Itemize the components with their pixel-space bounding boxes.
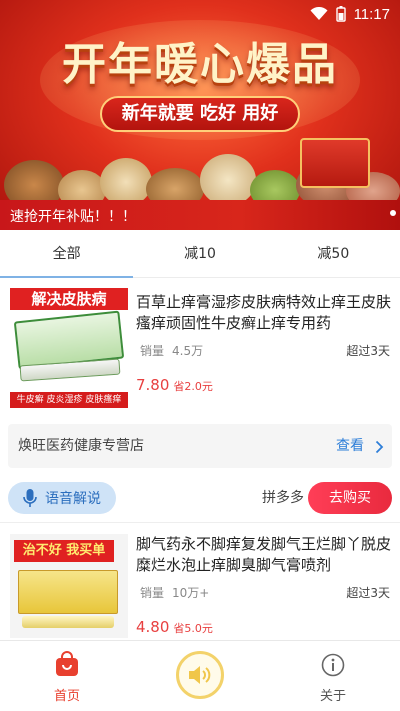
ointment-box-graphic	[18, 570, 118, 614]
microphone-icon	[23, 489, 37, 507]
price-value: 7.80	[136, 376, 170, 394]
banner-caption: 速抢开年补贴！！！	[10, 209, 136, 225]
status-bar: 11:17	[0, 0, 400, 28]
chevron-right-icon	[375, 424, 384, 468]
product-card[interactable]: 治不好 我买单 脚气药永不脚痒复发脚气王烂脚丫脱皮糜烂水泡止痒脚臭脚气膏喷剂 销…	[0, 530, 400, 640]
voice-explain-button[interactable]: 语音解说	[8, 482, 116, 514]
shipping-time: 超过3天	[346, 586, 390, 600]
sales-value: 10万+	[172, 586, 210, 600]
product-image-banner: 解决皮肤病	[10, 288, 128, 310]
shopping-bag-icon	[56, 651, 78, 676]
product-image-footer: 牛皮癣 皮炎湿疹 皮肤瘙痒	[10, 392, 128, 408]
buy-button[interactable]: 去购买	[308, 482, 392, 514]
tab-minus-10[interactable]: 减10	[133, 232, 266, 277]
shipping-time: 超过3天	[346, 344, 390, 358]
product-card[interactable]: 解决皮肤病 牛皮癣 皮炎湿疹 皮肤瘙痒 百草止痒膏湿疹皮肤病特效止痒王皮肤瘙痒顽…	[0, 280, 400, 412]
banner-subtitle: 新年就要 吃好 用好	[100, 96, 300, 132]
app-root: 开年暖心爆品 新年就要 吃好 用好 速抢开年补贴！！！ 11:17 全部 减10…	[0, 0, 400, 711]
promo-banner[interactable]: 开年暖心爆品 新年就要 吃好 用好 速抢开年补贴！！！	[0, 0, 400, 230]
product-title[interactable]: 脚气药永不脚痒复发脚气王烂脚丫脱皮糜烂水泡止痒脚臭脚气膏喷剂	[136, 534, 394, 576]
price-saving: 省2.0元	[173, 380, 213, 393]
product-price: 7.80 省2.0元	[136, 376, 213, 394]
voice-explain-label: 语音解说	[45, 491, 101, 507]
nav-about[interactable]: 关于	[293, 641, 373, 711]
gift-box-image	[300, 138, 370, 188]
nav-home-label: 首页	[53, 689, 80, 704]
price-saving: 省5.0元	[173, 622, 213, 635]
platform-label: 拼多多	[262, 490, 304, 506]
nav-home[interactable]: 首页	[27, 641, 107, 711]
battery-icon	[335, 6, 346, 22]
sales-label: 销量	[140, 344, 165, 358]
product-title[interactable]: 百草止痒膏湿疹皮肤病特效止痒王皮肤瘙痒顽固性牛皮癣止痒专用药	[136, 292, 394, 334]
sales-value: 4.5万	[172, 344, 204, 358]
bottom-nav: 首页 关于	[0, 640, 400, 711]
wifi-icon	[310, 7, 328, 20]
carousel-indicator-dot[interactable]	[390, 210, 396, 216]
info-icon	[321, 653, 345, 677]
store-view-link[interactable]: 查看	[336, 424, 364, 468]
sound-button[interactable]	[176, 651, 224, 699]
store-bar[interactable]: 焕旺医药健康专营店 查看	[8, 424, 392, 468]
product-image[interactable]: 治不好 我买单	[10, 534, 128, 638]
speaker-icon	[189, 666, 211, 684]
ointment-tube-graphic	[22, 616, 114, 628]
product-image[interactable]: 解决皮肤病 牛皮癣 皮炎湿疹 皮肤瘙痒	[10, 288, 128, 410]
filter-tabs: 全部 减10 减50	[0, 232, 400, 278]
sales-label: 销量	[140, 586, 165, 600]
product-price: 4.80 省5.0元	[136, 618, 213, 636]
banner-title: 开年暖心爆品	[62, 39, 338, 90]
clock: 11:17	[353, 5, 390, 23]
section-divider	[0, 522, 400, 523]
product-sales: 销量 4.5万	[140, 342, 203, 359]
nav-about-label: 关于	[319, 689, 346, 704]
store-name: 焕旺医药健康专营店	[18, 438, 144, 454]
product-sales: 销量 10万+	[140, 584, 209, 601]
tab-all[interactable]: 全部	[0, 232, 134, 278]
product-image-banner: 治不好 我买单	[14, 540, 114, 562]
tab-minus-50[interactable]: 减50	[267, 232, 400, 277]
price-value: 4.80	[136, 618, 170, 636]
